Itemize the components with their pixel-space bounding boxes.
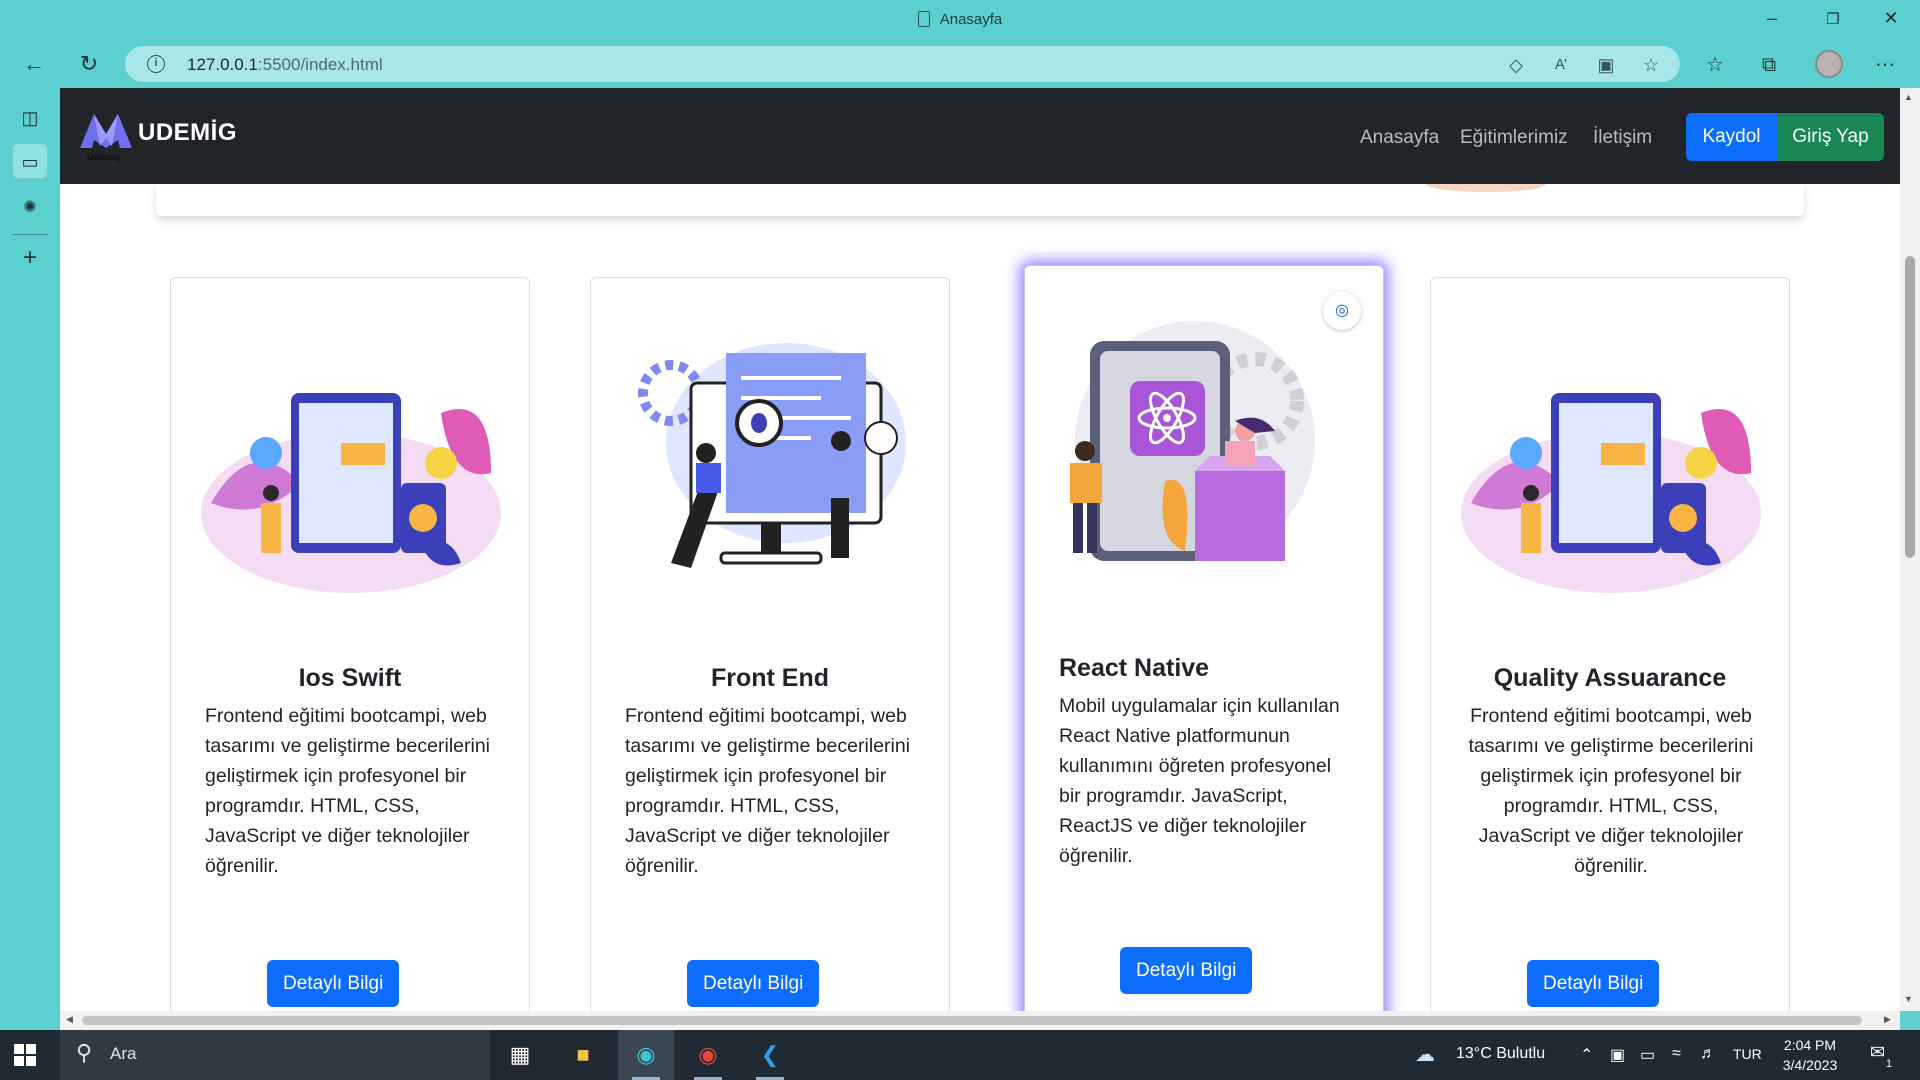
card-text: Mobil uygulamalar için kullanılan React … xyxy=(1059,695,1340,867)
page-viewport: Udemig UDEMİG Anasayfa Eğitimlerimiz İle… xyxy=(60,88,1900,1011)
nav-link-iletisim[interactable]: İletişim xyxy=(1593,127,1652,149)
more-menu-icon[interactable]: ⋯ xyxy=(1870,50,1900,80)
udemig-logo-icon[interactable] xyxy=(80,110,132,150)
tag-icon[interactable]: ◇ xyxy=(1505,54,1527,76)
volume-icon[interactable]: ♬ xyxy=(1700,1045,1716,1063)
search-icon: ⚲ xyxy=(76,1040,93,1065)
back-icon[interactable]: ← xyxy=(19,50,49,80)
scrollbar-thumb[interactable] xyxy=(82,1016,1862,1025)
login-button[interactable]: Giriş Yap xyxy=(1777,113,1884,161)
react-native-illustration xyxy=(1070,321,1315,561)
card-text: Frontend eğitimi bootcampi, web tasarımı… xyxy=(1468,705,1754,877)
ios-swift-illustration xyxy=(201,393,501,593)
scroll-right-icon[interactable]: ▶ xyxy=(1884,1014,1891,1025)
tab-divider xyxy=(12,234,48,235)
horizontal-scrollbar[interactable]: ◀ ▶ xyxy=(60,1011,1900,1030)
scroll-up-icon[interactable]: ▲ xyxy=(1904,92,1913,102)
tab-anasayfa[interactable]: ▭ xyxy=(12,143,48,179)
vertical-scrollbar[interactable]: ▲ ▼ xyxy=(1900,88,1920,1011)
address-bar[interactable]: i 127.0.0.1:5500/index.html ◇ A’ ▣ ☆ xyxy=(125,46,1680,82)
tab-actions-icon[interactable]: ◫ xyxy=(12,100,48,136)
battery-icon[interactable]: ▭ xyxy=(1640,1045,1655,1065)
clock-date: 3/4/2023 xyxy=(1782,1057,1838,1073)
card-text: Frontend eğitimi bootcampi, web tasarımı… xyxy=(205,705,491,877)
new-tab-icon[interactable]: + xyxy=(12,240,48,276)
course-card-hovered: ◎ React Native Mobil uygulamalar için ku… xyxy=(1024,265,1384,1011)
scrollbar-thumb[interactable] xyxy=(1905,256,1915,558)
add-favorite-icon[interactable]: ☆ xyxy=(1640,54,1662,76)
edge-browser-icon[interactable]: ◉ xyxy=(618,1030,674,1080)
notification-center-icon[interactable]: ✉ xyxy=(1870,1042,1885,1063)
meet-now-icon[interactable]: ▣ xyxy=(1610,1045,1625,1065)
browser-toolbar: ← ↻ i 127.0.0.1:5500/index.html ◇ A’ ▣ ☆… xyxy=(0,40,1920,88)
weather-text[interactable]: 13°C Bulutlu xyxy=(1456,1045,1545,1063)
details-button[interactable]: Detaylı Bilgi xyxy=(1527,960,1660,1007)
window-title: Anasayfa xyxy=(0,11,1920,28)
brand-name[interactable]: UDEMİG xyxy=(138,119,237,147)
course-card: Front End Frontend eğitimi bootcampi, we… xyxy=(590,277,950,1011)
file-explorer-icon[interactable]: ■ xyxy=(555,1030,611,1080)
clock[interactable]: 2:04 PM 3/4/2023 xyxy=(1770,1035,1850,1075)
show-hidden-icons[interactable]: ⌃ xyxy=(1580,1045,1593,1065)
windows-start-icon[interactable] xyxy=(14,1044,36,1066)
refresh-icon[interactable]: ↻ xyxy=(74,50,104,80)
chrome-browser-icon[interactable]: ◉ xyxy=(680,1030,736,1080)
favorites-icon[interactable]: ☆ xyxy=(1700,50,1730,80)
taskbar-search[interactable]: ⚲ Ara xyxy=(60,1030,490,1080)
language-indicator[interactable]: TUR xyxy=(1733,1046,1762,1062)
scroll-down-icon[interactable]: ▼ xyxy=(1904,994,1913,1004)
quality-assurance-illustration xyxy=(1461,393,1761,593)
details-button[interactable]: Detaylı Bilgi xyxy=(1120,947,1253,994)
window-titlebar: Anasayfa – ❐ ✕ xyxy=(0,0,1920,40)
card-title: Front End xyxy=(710,664,830,692)
immersive-reader-icon[interactable]: ▣ xyxy=(1595,54,1617,76)
nav-link-egitimlerimiz[interactable]: Eğitimlerimiz xyxy=(1460,127,1568,149)
front-end-illustration xyxy=(638,343,906,568)
course-card: Quality Assuarance Frontend eğitimi boot… xyxy=(1430,277,1790,1011)
notification-count: 1 xyxy=(1886,1058,1893,1070)
task-view-icon[interactable]: ▦ xyxy=(492,1030,548,1080)
windows-taskbar: ⚲ Ara ▦ ■ ◉ ◉ ❮ ☁ 13°C Bulutlu ⌃ ▣ ▭ ≈ ♬… xyxy=(0,1030,1920,1080)
course-card: Ios Swift Frontend eğitimi bootcampi, we… xyxy=(170,277,530,1011)
url-text[interactable]: 127.0.0.1:5500/index.html xyxy=(187,55,383,75)
weather-cloud-icon[interactable]: ☁ xyxy=(1415,1042,1435,1067)
card-title: React Native xyxy=(1059,654,1210,682)
vscode-icon[interactable]: ❮ xyxy=(742,1030,798,1080)
scroll-left-icon[interactable]: ◀ xyxy=(66,1014,73,1025)
details-button[interactable]: Detaylı Bilgi xyxy=(267,960,400,1007)
site-navbar: Udemig UDEMİG Anasayfa Eğitimlerimiz İle… xyxy=(60,88,1900,184)
card-text: Frontend eğitimi bootcampi, web tasarımı… xyxy=(625,705,911,877)
minimize-icon[interactable]: – xyxy=(1752,8,1792,29)
hero-section xyxy=(156,184,1804,216)
logo-subtext: Udemig xyxy=(87,152,121,162)
close-icon[interactable]: ✕ xyxy=(1871,8,1911,29)
register-button[interactable]: Kaydol xyxy=(1686,113,1777,161)
site-info-icon[interactable]: i xyxy=(147,55,165,73)
collections-icon[interactable]: ⧉ xyxy=(1754,50,1784,80)
vertical-tab-strip: ◫ ▭ ✺ + xyxy=(0,88,60,1030)
card-title: Quality Assuarance xyxy=(1493,664,1727,692)
read-aloud-icon[interactable]: A’ xyxy=(1550,54,1572,76)
hero-image-edge xyxy=(1426,184,1546,192)
card-title: Ios Swift xyxy=(298,664,402,692)
profile-avatar[interactable] xyxy=(1815,50,1843,78)
wifi-icon[interactable]: ≈ xyxy=(1672,1045,1681,1063)
nav-link-anasayfa[interactable]: Anasayfa xyxy=(1360,127,1439,149)
clock-time: 2:04 PM xyxy=(1783,1037,1837,1053)
document-icon xyxy=(917,11,930,27)
tab-chatgpt-icon[interactable]: ✺ xyxy=(12,190,48,226)
details-button[interactable]: Detaylı Bilgi xyxy=(687,960,820,1007)
restore-icon[interactable]: ❐ xyxy=(1813,10,1853,28)
